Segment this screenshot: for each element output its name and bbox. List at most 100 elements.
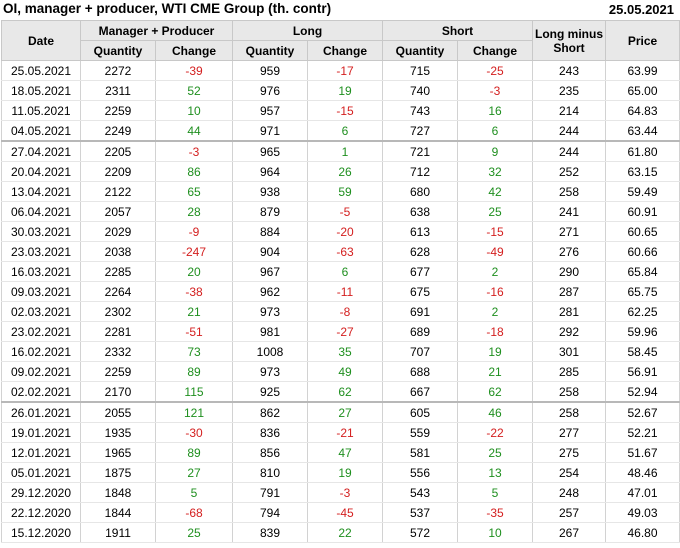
- cell-long-quantity: 879: [232, 201, 308, 222]
- cell-short-quantity: 715: [382, 60, 459, 81]
- cell-short-quantity: 556: [382, 462, 459, 483]
- cell-date: 02.03.2021: [1, 301, 81, 322]
- cell-price: 47.01: [605, 482, 680, 503]
- cell-mp-change: 20: [155, 261, 233, 282]
- cell-short-quantity: 613: [382, 221, 459, 242]
- cell-mp-quantity: 2057: [80, 201, 156, 222]
- cell-short-quantity: 638: [382, 201, 459, 222]
- cell-price: 48.46: [605, 462, 680, 483]
- cell-long-minus-short: 292: [532, 321, 607, 342]
- cell-short-quantity: 712: [382, 161, 459, 182]
- cell-price: 63.15: [605, 161, 680, 182]
- cell-short-change: 13: [457, 462, 534, 483]
- cell-long-minus-short: 244: [532, 140, 607, 162]
- cell-price: 52.94: [605, 381, 680, 403]
- cell-long-quantity: 884: [232, 221, 308, 242]
- cell-long-quantity: 964: [232, 161, 308, 182]
- cell-date: 22.12.2020: [1, 502, 81, 523]
- cell-long-change: -5: [307, 201, 384, 222]
- cell-short-change: -49: [457, 241, 534, 262]
- table-row: 11.05.2021 2259 10 957 -15 743 16 214 64.83: [1, 100, 680, 121]
- cell-date: 16.02.2021: [1, 341, 81, 362]
- table-row: 27.04.2021 2205 -3 965 1 721 9 244 61.80: [1, 140, 680, 162]
- cell-mp-change: 44: [155, 120, 233, 142]
- table-row: 09.03.2021 2264 -38 962 -11 675 -16 287 65.75: [1, 281, 680, 302]
- cell-mp-change: -30: [155, 422, 233, 443]
- cell-mp-change: 25: [155, 522, 233, 543]
- table-row: 09.02.2021 2259 89 973 49 688 21 285 56.91: [1, 361, 680, 382]
- cell-mp-quantity: 2122: [80, 181, 156, 202]
- cell-short-quantity: 721: [382, 140, 459, 162]
- cell-mp-change: 28: [155, 201, 233, 222]
- table-row: 18.05.2021 2311 52 976 19 740 -3 235 65.00: [1, 80, 680, 101]
- cell-price: 46.80: [605, 522, 680, 543]
- cell-mp-quantity: 2209: [80, 161, 156, 182]
- cell-long-quantity: 794: [232, 502, 308, 523]
- cell-long-change: 26: [307, 161, 384, 182]
- cell-mp-quantity: 2264: [80, 281, 156, 302]
- cell-short-change: -15: [457, 221, 534, 242]
- cell-mp-change: 86: [155, 161, 233, 182]
- table-row: 20.04.2021 2209 86 964 26 712 32 252 63.15: [1, 161, 680, 182]
- cell-long-minus-short: 235: [532, 80, 607, 101]
- cell-long-quantity: 810: [232, 462, 308, 483]
- report-title: OI, manager + producer, WTI CME Group (t…: [3, 1, 332, 16]
- cell-price: 58.45: [605, 341, 680, 362]
- report-header: OI, manager + producer, WTI CME Group (t…: [0, 0, 680, 20]
- cell-short-change: 2: [457, 301, 534, 322]
- cell-short-change: -35: [457, 502, 534, 523]
- cell-long-minus-short: 281: [532, 301, 607, 322]
- cell-date: 29.12.2020: [1, 482, 81, 503]
- cell-long-change: -20: [307, 221, 384, 242]
- cell-mp-quantity: 2302: [80, 301, 156, 322]
- cell-mp-change: 52: [155, 80, 233, 101]
- cell-mp-change: 121: [155, 401, 233, 423]
- cell-short-change: -3: [457, 80, 534, 101]
- cell-long-minus-short: 248: [532, 482, 607, 503]
- cell-mp-quantity: 1911: [80, 522, 156, 543]
- cell-short-quantity: 707: [382, 341, 459, 362]
- cell-long-minus-short: 301: [532, 341, 607, 362]
- cell-mp-change: -9: [155, 221, 233, 242]
- cell-long-quantity: 791: [232, 482, 308, 503]
- cell-long-minus-short: 254: [532, 462, 607, 483]
- col-header-mp-quantity: Quantity: [80, 40, 156, 61]
- table-row: 06.04.2021 2057 28 879 -5 638 25 241 60.91: [1, 201, 680, 222]
- cell-short-quantity: 543: [382, 482, 459, 503]
- table-row: 02.02.2021 2170 115 925 62 667 62 258 52.94: [1, 381, 680, 403]
- cell-long-minus-short: 258: [532, 181, 607, 202]
- cell-long-minus-short: 241: [532, 201, 607, 222]
- cell-long-quantity: 1008: [232, 341, 308, 362]
- cell-date: 06.04.2021: [1, 201, 81, 222]
- cell-date: 23.03.2021: [1, 241, 81, 262]
- cell-long-minus-short: 257: [532, 502, 607, 523]
- cell-mp-change: -51: [155, 321, 233, 342]
- cell-long-minus-short: 243: [532, 60, 607, 81]
- cell-mp-quantity: 2170: [80, 381, 156, 403]
- cell-price: 63.44: [605, 120, 680, 142]
- cell-long-quantity: 973: [232, 301, 308, 322]
- cell-long-change: -3: [307, 482, 384, 503]
- cell-long-change: -63: [307, 241, 384, 262]
- table-row: 23.02.2021 2281 -51 981 -27 689 -18 292 59.96: [1, 321, 680, 342]
- cell-long-quantity: 862: [232, 401, 308, 423]
- cell-mp-change: -3: [155, 140, 233, 162]
- cell-price: 64.83: [605, 100, 680, 121]
- cell-short-quantity: 559: [382, 422, 459, 443]
- cell-price: 51.67: [605, 442, 680, 463]
- cell-mp-change: -247: [155, 241, 233, 262]
- cell-short-change: 62: [457, 381, 534, 403]
- cell-mp-change: -38: [155, 281, 233, 302]
- cell-short-quantity: 688: [382, 361, 459, 382]
- cell-mp-quantity: 2029: [80, 221, 156, 242]
- cell-price: 60.66: [605, 241, 680, 262]
- cell-long-change: -21: [307, 422, 384, 443]
- cell-mp-quantity: 1965: [80, 442, 156, 463]
- cell-date: 27.04.2021: [1, 140, 81, 162]
- cell-short-quantity: 675: [382, 281, 459, 302]
- cell-short-quantity: 605: [382, 401, 459, 423]
- cell-date: 18.05.2021: [1, 80, 81, 101]
- cell-price: 60.65: [605, 221, 680, 242]
- cell-short-change: 9: [457, 140, 534, 162]
- cell-short-quantity: 667: [382, 381, 459, 403]
